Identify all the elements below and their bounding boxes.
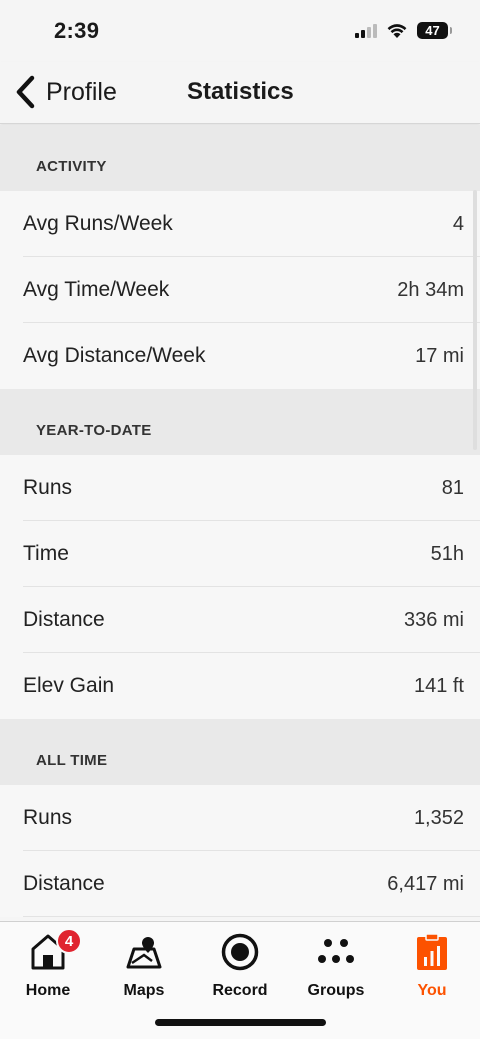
stat-value: 336 mi (403, 608, 464, 631)
stat-value: 141 ft (413, 674, 464, 697)
status-time: 2:39 (54, 18, 100, 43)
stat-value: 2h 34m (397, 278, 464, 301)
section-header-year-to-date: YEAR-TO-DATE (0, 389, 480, 455)
stat-row: Avg Distance/Week 17 mi (0, 323, 480, 389)
stat-label: Avg Distance/Week (23, 344, 206, 367)
stat-label: Elev Gain (23, 674, 115, 697)
stat-label: Time (23, 542, 69, 565)
tab-record[interactable]: Record (192, 930, 288, 1010)
section-header-activity: ACTIVITY (0, 125, 480, 191)
tab-label: You (417, 982, 447, 999)
tab-maps[interactable]: Maps (96, 930, 192, 1010)
status-bar: 2:39 47 (0, 0, 480, 62)
stat-row: Elev Gain 141 ft (0, 653, 480, 719)
tab-home[interactable]: 4 Home (0, 928, 96, 1010)
page-title: Statistics (187, 78, 294, 105)
battery-icon: 47 (417, 22, 452, 39)
tab-label: Home (25, 982, 71, 999)
groups-icon (314, 930, 358, 974)
stat-label: Avg Time/Week (23, 278, 170, 301)
tab-label: Maps (123, 982, 165, 999)
stat-label: Distance (23, 608, 105, 631)
section-header-all-time: ALL TIME (0, 719, 480, 785)
chevron-left-icon (16, 75, 35, 109)
stats-list[interactable]: ACTIVITY Avg Runs/Week 4 Avg Time/Week 2… (0, 125, 480, 917)
stat-row: Distance 6,417 mi (0, 851, 480, 917)
record-icon (218, 930, 262, 974)
stat-label: Avg Runs/Week (23, 212, 173, 235)
stat-row: Time 51h (0, 521, 480, 587)
tab-label: Groups (307, 982, 365, 999)
home-icon: 4 (26, 928, 82, 974)
status-icons: 47 (355, 22, 452, 39)
stat-value: 51h (430, 542, 464, 565)
you-icon (410, 930, 454, 974)
wifi-icon (387, 23, 407, 38)
stat-value: 1,352 (413, 806, 464, 829)
stat-value: 17 mi (415, 344, 464, 367)
stat-row: Runs 1,352 (0, 785, 480, 851)
maps-icon (122, 930, 166, 974)
stat-row: Avg Time/Week 2h 34m (0, 257, 480, 323)
stat-value: 6,417 mi (387, 872, 464, 895)
stat-label: Distance (23, 872, 105, 895)
tab-label: Record (212, 982, 268, 999)
stat-row: Distance 336 mi (0, 587, 480, 653)
stat-label: Runs (23, 806, 73, 829)
stat-value: 4 (452, 212, 464, 235)
home-indicator (155, 1019, 326, 1026)
stat-value: 81 (441, 476, 464, 499)
stat-label: Runs (23, 476, 73, 499)
tab-you[interactable]: You (384, 930, 480, 1010)
notification-badge: 4 (56, 928, 82, 954)
cellular-signal-icon (355, 23, 377, 38)
back-label: Profile (46, 77, 117, 106)
tab-groups[interactable]: Groups (288, 930, 384, 1010)
scrollbar[interactable] (473, 190, 477, 450)
stat-row: Runs 81 (0, 455, 480, 521)
nav-header: Profile Statistics (0, 62, 480, 124)
back-button[interactable]: Profile (12, 74, 117, 110)
stat-row: Avg Runs/Week 4 (0, 191, 480, 257)
